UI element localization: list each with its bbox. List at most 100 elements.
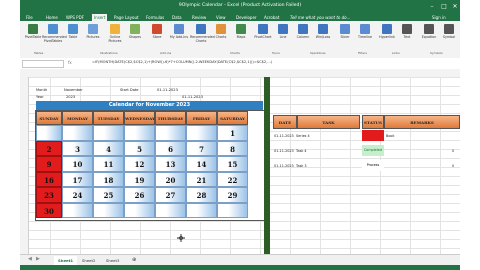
year-value[interactable]: 2023	[66, 95, 75, 99]
calendar-day-cell[interactable]: 20	[155, 171, 186, 187]
calendar-day-cell[interactable]: 11	[93, 156, 124, 172]
tab-developer[interactable]: Developer	[236, 14, 257, 21]
calendar-day-cell[interactable]: 7	[186, 140, 217, 156]
prev-sheet-icon[interactable]: ◀	[28, 256, 32, 262]
ribbon-button-maps[interactable]: Maps	[230, 24, 252, 50]
task-value[interactable]: 0	[452, 164, 454, 168]
calendar-day-cell[interactable]: 4	[93, 140, 124, 156]
calendar-day-cell[interactable]	[155, 125, 186, 141]
end-date-value[interactable]: 01-11-2023	[182, 95, 203, 99]
calendar-day-cell[interactable]	[124, 202, 155, 218]
calendar-day-cell[interactable]: 23	[36, 187, 62, 203]
ribbon-button-line[interactable]: Line	[272, 24, 294, 50]
tab-file[interactable]: File	[26, 14, 33, 21]
task-name[interactable]: Series 4	[296, 134, 310, 138]
calendar-day-cell[interactable]	[93, 202, 124, 218]
ribbon-button-recommended-charts[interactable]: Recommended Charts	[190, 24, 215, 50]
ribbon-button-recommended-pivottables[interactable]: Recommended PivotTables	[42, 24, 67, 50]
calendar-day-cell[interactable]: 14	[186, 156, 217, 172]
task-name[interactable]: Task 4	[296, 149, 307, 153]
next-sheet-icon[interactable]: ▶	[36, 256, 40, 262]
formula-input[interactable]: =IF(MONTH(DATE(C$2,$C$2,1)+(ROW()-6)*7+C…	[92, 60, 272, 64]
calendar-day-cell[interactable]: 12	[124, 156, 155, 172]
calendar-day-cell[interactable]	[186, 202, 217, 218]
task-status[interactable]	[362, 130, 384, 141]
close-button[interactable]: ✕	[449, 2, 460, 11]
tab-data[interactable]: Data	[172, 14, 182, 21]
ribbon-button-online-pictures[interactable]: Online Pictures	[104, 24, 126, 50]
calendar-day-cell[interactable]	[124, 125, 155, 141]
ribbon-button-timeline[interactable]: Timeline	[354, 24, 376, 50]
tell-me-search[interactable]: Tell me what you want to do...	[290, 14, 350, 21]
tab-insert[interactable]: Insert	[92, 14, 108, 21]
calendar-day-cell[interactable]	[36, 125, 62, 141]
calendar-day-cell[interactable]: 9	[36, 156, 62, 172]
calendar-day-cell[interactable]	[217, 202, 248, 218]
minimize-button[interactable]: –	[426, 2, 438, 11]
calendar-day-cell[interactable]: 19	[124, 171, 155, 187]
calendar-day-cell[interactable]: 27	[155, 187, 186, 203]
fx-icon[interactable]: fx	[68, 60, 72, 65]
sign-in-link[interactable]: Sign in	[432, 14, 446, 21]
calendar-day-cell[interactable]: 18	[93, 171, 124, 187]
calendar-day-cell[interactable]: 13	[155, 156, 186, 172]
ribbon-button-table[interactable]: Table	[62, 24, 84, 50]
calendar-day-cell[interactable]: 24	[62, 187, 93, 203]
task-date[interactable]: 01-11-2023	[274, 134, 294, 138]
calendar-day-cell[interactable]: 28	[186, 187, 217, 203]
calendar-day-cell[interactable]: 29	[217, 187, 248, 203]
task-status[interactable]: Completed	[362, 145, 384, 156]
ribbon-button-slicer[interactable]: Slicer	[334, 24, 356, 50]
tab-review[interactable]: Review	[192, 14, 206, 21]
ribbon-button-hyperlink[interactable]: Hyperlink	[376, 24, 398, 50]
calendar-day-cell[interactable]	[62, 125, 93, 141]
calendar-day-cell[interactable]: 17	[62, 171, 93, 187]
sheet-tab-sheet2[interactable]: Sheet2	[78, 256, 99, 265]
calendar-day-cell[interactable]: 5	[124, 140, 155, 156]
calendar-day-cell[interactable]: 16	[36, 171, 62, 187]
ribbon-button-my-add-ins[interactable]: My Add-ins	[168, 24, 190, 50]
calendar-day-cell[interactable]: 15	[217, 156, 248, 172]
tab-acrobat[interactable]: Acrobat	[264, 14, 279, 21]
ribbon-button-pictures[interactable]: Pictures	[82, 24, 104, 50]
sheet-tab-sheet3[interactable]: Sheet3	[102, 256, 123, 265]
calendar-day-cell[interactable]: 10	[62, 156, 93, 172]
tab-formulas[interactable]: Formulas	[146, 14, 164, 21]
ribbon-button-text[interactable]: Text	[396, 24, 418, 50]
calendar-day-cell[interactable]: 8	[217, 140, 248, 156]
tab-page-layout[interactable]: Page Layout	[114, 14, 139, 21]
task-remark[interactable]: Book	[386, 134, 394, 138]
ribbon-button-equation[interactable]: Equation	[418, 24, 440, 50]
ribbon-button-shapes[interactable]: Shapes	[124, 24, 146, 50]
ribbon-button-charts[interactable]: Charts	[210, 24, 232, 50]
calendar-day-cell[interactable]	[155, 202, 186, 218]
task-date[interactable]: 01-11-2023	[274, 164, 294, 168]
ribbon-button-pivottable[interactable]: PivotTable	[22, 24, 44, 50]
calendar-day-cell[interactable]: 30	[36, 202, 62, 218]
calendar-day-cell[interactable]	[62, 202, 93, 218]
task-value[interactable]: 0	[452, 149, 454, 153]
ribbon-button-symbol[interactable]: Symbol	[438, 24, 460, 50]
calendar-day-cell[interactable]: 25	[93, 187, 124, 203]
name-box[interactable]	[22, 60, 64, 68]
task-status[interactable]: Process	[362, 160, 384, 171]
calendar-day-cell[interactable]: 21	[186, 171, 217, 187]
task-name[interactable]: Task 3	[296, 164, 307, 168]
ribbon-button-pivotchart[interactable]: PivotChart	[252, 24, 274, 50]
calendar-day-cell[interactable]: 6	[155, 140, 186, 156]
ribbon-button-column[interactable]: Column	[292, 24, 314, 50]
tab-home[interactable]: Home	[46, 14, 58, 21]
calendar-day-cell[interactable]: 2	[36, 140, 62, 156]
ribbon-button-store[interactable]: Store	[146, 24, 168, 50]
ribbon-button-win-loss[interactable]: Win/Loss	[312, 24, 334, 50]
tab-view[interactable]: View	[216, 14, 226, 21]
start-date-value[interactable]: 01-11-2023	[157, 88, 178, 92]
row-headers[interactable]	[20, 77, 29, 254]
calendar-day-cell[interactable]: 26	[124, 187, 155, 203]
calendar-day-cell[interactable]: 22	[217, 171, 248, 187]
calendar-day-cell[interactable]: 1	[217, 125, 248, 141]
task-date[interactable]: 01-11-2023	[274, 149, 294, 153]
calendar-day-cell[interactable]	[186, 125, 217, 141]
month-value[interactable]: November	[64, 88, 83, 92]
add-sheet-icon[interactable]: ⊕	[128, 256, 140, 265]
